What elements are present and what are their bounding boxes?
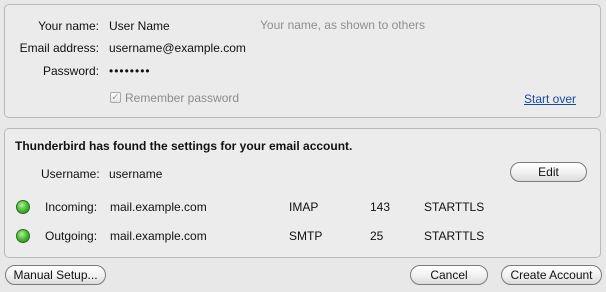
start-over-link[interactable]: Start over [524,92,576,106]
incoming-security: STARTTLS [424,200,485,214]
email-label: Email address: [19,41,99,55]
account-details-panel: Your name: User Name Your name, as shown… [4,4,601,118]
incoming-label: Incoming: [45,200,98,214]
name-label: Your name: [38,19,99,33]
outgoing-security: STARTTLS [424,229,485,243]
email-field[interactable]: username@example.com [109,41,246,55]
incoming-port: 143 [370,200,391,214]
edit-button[interactable]: Edit [510,162,587,182]
outgoing-protocol: SMTP [289,229,323,243]
username-value: username [109,167,163,181]
manual-setup-button[interactable]: Manual Setup... [5,265,106,285]
outgoing-host: mail.example.com [110,229,207,243]
incoming-status-icon [16,200,30,214]
remember-password-label: Remember password [125,91,240,105]
create-account-button[interactable]: Create Account [501,265,602,285]
found-settings-panel: Thunderbird has found the settings for y… [4,128,601,258]
incoming-host: mail.example.com [110,200,207,214]
password-label: Password: [42,64,99,78]
name-field[interactable]: User Name [109,19,170,33]
name-hint: Your name, as shown to others [260,18,425,32]
username-label: Username: [41,167,100,181]
settings-heading: Thunderbird has found the settings for y… [15,139,353,153]
checkmark-icon: ✓ [111,91,120,103]
outgoing-label: Outgoing: [45,229,98,243]
password-field[interactable]: •••••••• [109,64,151,78]
outgoing-port: 25 [370,229,384,243]
outgoing-status-icon [16,229,30,243]
incoming-protocol: IMAP [289,200,319,214]
cancel-button[interactable]: Cancel [410,265,488,285]
remember-password-checkbox[interactable]: ✓ [110,92,121,103]
